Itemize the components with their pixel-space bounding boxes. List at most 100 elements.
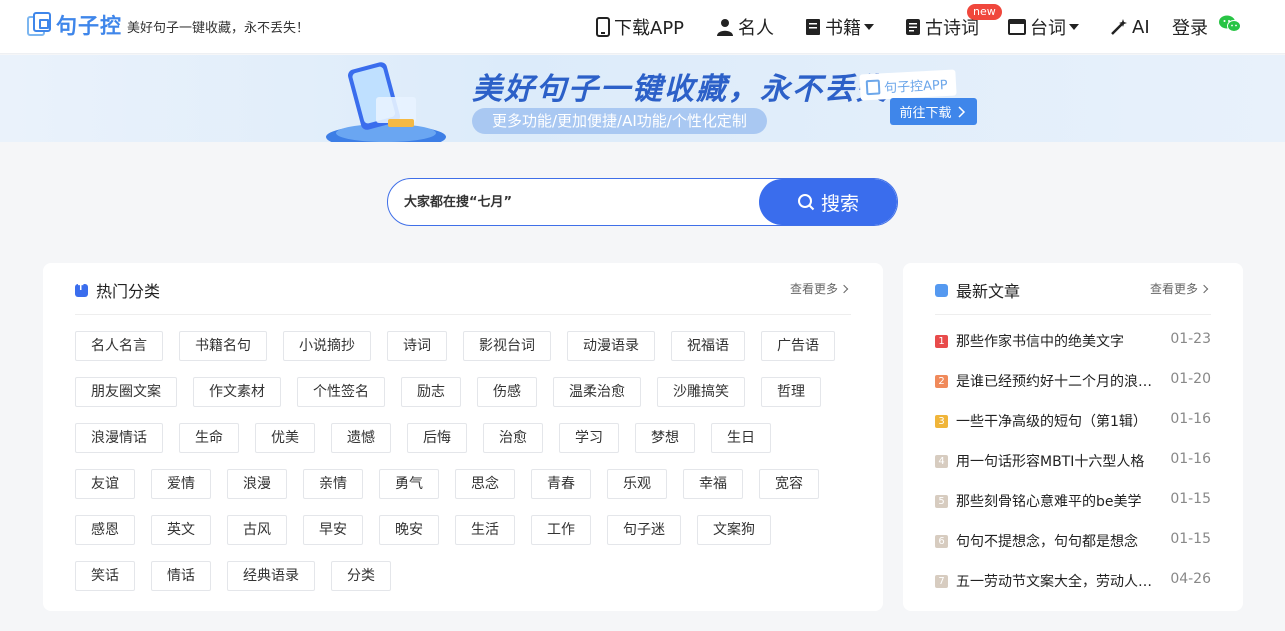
category-tag[interactable]: 友谊 [75, 469, 135, 499]
nav-lines[interactable]: 台词 [1008, 0, 1079, 54]
article-title: 是谁已经预约好十二个月的浪漫了 [956, 374, 1164, 390]
article-date: 01-15 [1170, 491, 1211, 507]
category-tag[interactable]: 晚安 [379, 515, 439, 545]
category-tag[interactable]: 梦想 [635, 423, 695, 453]
banner-download-label: 前往下载 [899, 106, 952, 121]
nav-ai[interactable]: AI [1110, 0, 1150, 54]
wechat-icon[interactable] [1219, 14, 1241, 34]
nav-lines-label: 台词 [1030, 18, 1066, 39]
category-icon [75, 283, 88, 297]
chevron-down-icon [1069, 24, 1079, 30]
tag-row: 感恩 英文 古风 早安 晚安 生活 工作 句子迷 文案狗 [75, 515, 865, 545]
category-tag[interactable]: 勇气 [379, 469, 439, 499]
category-tag[interactable]: 温柔治愈 [553, 377, 641, 407]
search-button-label: 搜索 [820, 192, 859, 215]
category-tag[interactable]: 祝福语 [671, 331, 745, 361]
category-tag[interactable]: 经典语录 [227, 561, 315, 591]
category-tag[interactable]: 名人名言 [75, 331, 163, 361]
logo-icon [27, 12, 51, 38]
category-tag[interactable]: 优美 [255, 423, 315, 453]
article-title: 五一劳动节文案大全，劳动人民最光荣 [956, 574, 1164, 590]
promo-banner[interactable]: 美好句子一键收藏，永不丢失！ 更多功能/更加便捷/AI功能/个性化定制 句子控A… [0, 55, 1285, 142]
article-list: 1 那些作家书信中的绝美文字 01-23 2 是谁已经预约好十二个月的浪漫了 01-20 3… [935, 331, 1211, 611]
category-tag[interactable]: 乐观 [607, 469, 667, 499]
category-tag[interactable]: 笑话 [75, 561, 135, 591]
category-tag[interactable]: 学习 [559, 423, 619, 453]
category-tag[interactable]: 个性签名 [297, 377, 385, 407]
article-title: 用一句话形容MBTI十六型人格 [956, 454, 1145, 470]
login-link[interactable]: 登录 [1172, 0, 1208, 54]
category-tag[interactable]: 古风 [227, 515, 287, 545]
chevron-right-icon [839, 284, 849, 293]
search-input[interactable] [404, 179, 754, 225]
category-tag[interactable]: 书籍名句 [179, 331, 267, 361]
category-tag[interactable]: 诗词 [387, 331, 447, 361]
article-item[interactable]: 3 一些干净高级的短句（第1辑） 01-16 [935, 411, 1211, 451]
category-tag[interactable]: 早安 [303, 515, 363, 545]
article-item[interactable]: 7 五一劳动节文案大全，劳动人民最光荣 04-26 [935, 571, 1211, 611]
category-tag[interactable]: 浪漫 [227, 469, 287, 499]
category-tag[interactable]: 生日 [711, 423, 771, 453]
category-tag[interactable]: 哲理 [761, 377, 821, 407]
category-tag[interactable]: 广告语 [761, 331, 835, 361]
category-tag[interactable]: 后悔 [407, 423, 467, 453]
category-tag[interactable]: 文案狗 [697, 515, 771, 545]
category-tag[interactable]: 工作 [531, 515, 591, 545]
nav-download-app[interactable]: 下载APP [596, 0, 684, 54]
article-title: 句句不提想念，句句都是想念 [956, 534, 1138, 550]
article-title: 那些刻骨铭心意难平的be美学 [956, 494, 1142, 510]
book-icon [806, 19, 820, 35]
nav-famous[interactable]: 名人 [716, 0, 774, 54]
film-icon [1008, 19, 1026, 35]
category-tag[interactable]: 幸福 [683, 469, 743, 499]
category-tag[interactable]: 宽容 [759, 469, 819, 499]
hot-more-link[interactable]: 查看更多 [790, 280, 849, 297]
tag-row: 朋友圈文案 作文素材 个性签名 励志 伤感 温柔治愈 沙雕搞笑 哲理 [75, 377, 865, 407]
category-tag[interactable]: 生活 [455, 515, 515, 545]
category-tag[interactable]: 伤感 [477, 377, 537, 407]
category-tag[interactable]: 情话 [151, 561, 211, 591]
news-more-link[interactable]: 查看更多 [1150, 280, 1209, 297]
tag-row: 名人名言 书籍名句 小说摘抄 诗词 影视台词 动漫语录 祝福语 广告语 [75, 331, 865, 361]
category-tag[interactable]: 励志 [401, 377, 461, 407]
latest-articles-card: 最新文章 查看更多 1 那些作家书信中的绝美文字 01-23 2 是谁已经预约好十二个月… [903, 263, 1243, 611]
article-date: 01-20 [1170, 371, 1211, 387]
search-box: 搜索 [387, 178, 898, 226]
category-tag[interactable]: 遗憾 [331, 423, 391, 453]
hot-more-label: 查看更多 [790, 282, 839, 296]
article-item[interactable]: 5 那些刻骨铭心意难平的be美学 01-15 [935, 491, 1211, 531]
category-tag[interactable]: 思念 [455, 469, 515, 499]
search-button[interactable]: 搜索 [759, 179, 897, 225]
banner-download-button[interactable]: 前往下载 [890, 98, 977, 125]
category-tag[interactable]: 作文素材 [193, 377, 281, 407]
article-item[interactable]: 6 句句不提想念，句句都是想念 01-15 [935, 531, 1211, 571]
article-item[interactable]: 1 那些作家书信中的绝美文字 01-23 [935, 331, 1211, 371]
article-date: 01-23 [1170, 331, 1211, 347]
logo-text: 句子控 [56, 14, 122, 38]
category-tag[interactable]: 小说摘抄 [283, 331, 371, 361]
category-tag[interactable]: 浪漫情话 [75, 423, 163, 453]
nav-books[interactable]: 书籍 [805, 0, 874, 54]
article-item[interactable]: 2 是谁已经预约好十二个月的浪漫了 01-20 [935, 371, 1211, 411]
category-tag[interactable]: 影视台词 [463, 331, 551, 361]
article-date: 01-16 [1170, 451, 1211, 467]
category-tag[interactable]: 亲情 [303, 469, 363, 499]
category-tag[interactable]: 生命 [179, 423, 239, 453]
category-tag[interactable]: 句子迷 [607, 515, 681, 545]
category-tag[interactable]: 分类 [331, 561, 391, 591]
category-tag[interactable]: 朋友圈文案 [75, 377, 177, 407]
rank-badge: 6 [935, 535, 948, 548]
category-tag[interactable]: 治愈 [483, 423, 543, 453]
article-item[interactable]: 4 用一句话形容MBTI十六型人格 01-16 [935, 451, 1211, 491]
site-logo[interactable]: 句子控 美好句子一键收藏，永不丢失！ [27, 10, 309, 40]
category-tag[interactable]: 英文 [151, 515, 211, 545]
category-tag[interactable]: 感恩 [75, 515, 135, 545]
category-tag[interactable]: 青春 [531, 469, 591, 499]
category-tag[interactable]: 沙雕搞笑 [657, 377, 745, 407]
category-tag[interactable]: 动漫语录 [567, 331, 655, 361]
person-icon [717, 19, 733, 36]
tag-row: 浪漫情话 生命 优美 遗憾 后悔 治愈 学习 梦想 生日 [75, 423, 865, 453]
banner-app-label: 句子控APP [883, 77, 949, 96]
article-title: 那些作家书信中的绝美文字 [956, 334, 1124, 350]
category-tag[interactable]: 爱情 [151, 469, 211, 499]
